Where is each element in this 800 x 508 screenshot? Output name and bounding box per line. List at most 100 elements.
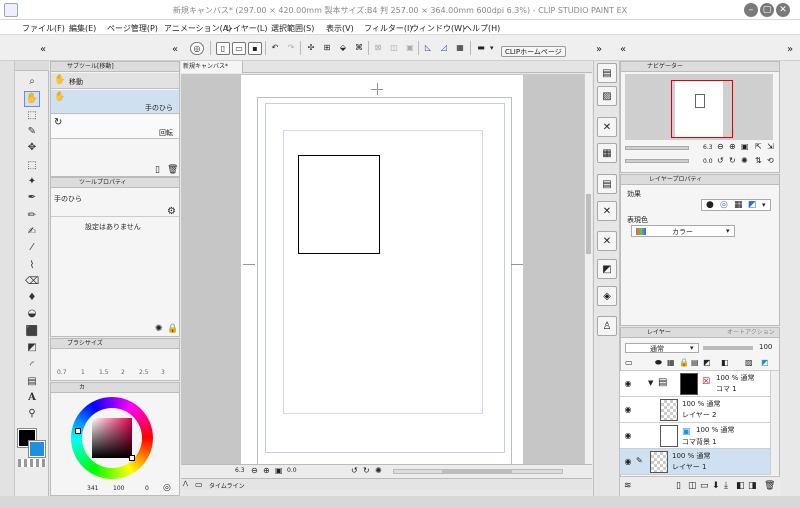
redo-icon[interactable]: ↷ [284,42,298,55]
eye-icon[interactable]: ◉ [623,405,633,415]
reference-icon[interactable]: ▤ [691,358,699,367]
draft-icon[interactable]: ◩ [703,358,711,367]
menu-window[interactable]: ウィンドウ(W) [411,23,465,34]
menu-layer[interactable]: レイヤー(L) [225,23,267,34]
eye-icon[interactable]: ◉ [623,457,633,467]
decoration-tool-icon[interactable]: ⌇ [25,259,39,273]
balloon-tool-icon[interactable]: ⚲ [25,407,39,421]
fill-icon[interactable]: ⬙ [336,42,350,55]
zoom-slider[interactable] [625,146,689,150]
brush-size-preset[interactable]: 2 [121,369,125,376]
material-texture-icon[interactable]: ▦ [597,143,617,163]
maximize-button[interactable]: ▢ [760,3,774,17]
clip-home-button[interactable]: CLIPホームページ [501,46,566,57]
clip-icon[interactable]: ⬬ [655,358,662,368]
sub-color-swatch[interactable] [28,440,46,458]
snap-ruler-icon[interactable]: ◿ [437,42,451,55]
menu-help[interactable]: ヘルプ(H) [464,23,500,34]
scroll-thumb[interactable] [442,470,512,473]
fill-tool-icon[interactable]: ⬛ [25,325,39,339]
subtool-item-rotate[interactable]: ↻ 回転 [51,115,179,139]
layer-mask-icon[interactable]: ◧ [736,481,745,491]
brush-size-preset[interactable]: 0.7 [57,369,67,376]
material-icon[interactable]: ▤ [597,63,617,83]
open-file-icon[interactable]: ▭ [232,42,246,55]
color-wheel-tab[interactable]: カ [79,383,85,393]
tone-effect-icon[interactable]: ▦ [734,200,743,210]
invert-selection-icon[interactable]: ◫ [387,42,401,55]
reset-rotation-icon[interactable]: ✺ [375,466,382,475]
brush-size-preset[interactable]: 1 [81,369,85,376]
reset-view-icon[interactable]: ⟲ [767,156,774,165]
collapse-right-icon[interactable]: » [787,44,793,55]
effect-buttons[interactable]: ● ◎ ▦ ◩ ▾ [701,199,771,211]
hue-marker[interactable] [75,428,81,434]
layer-row[interactable]: ◉ ▣ 100 % 通常 コマ背景 1 [620,423,770,449]
collapse-icon[interactable]: ⋀ [183,480,188,487]
blur-tool-icon[interactable]: ◒ [25,307,39,321]
blend-mode-select[interactable]: 通常 ▾ [625,343,699,353]
layer-menu-icon[interactable]: ≋ [624,481,632,491]
apply-mask-icon[interactable]: ◨ [748,481,757,491]
angle-value[interactable]: 0.0 [287,467,297,474]
brush-size-tab[interactable]: ブラシサイズ [67,339,103,349]
lock-icon[interactable]: 🔒 [679,358,689,367]
comic-frame[interactable] [298,155,380,254]
subtool-item-hand[interactable]: ✋ 手のひら [51,90,179,114]
tool-property-tab[interactable]: ツールプロパティ [79,178,127,188]
clear-icon[interactable]: ✣ [304,42,318,55]
zoom-tool-icon[interactable]: ⌕ [25,75,39,89]
zoom-in-icon[interactable]: ⊕ [263,466,270,475]
canvas-paper[interactable] [241,75,523,467]
expand-folder-icon[interactable]: ▼ [648,379,653,387]
brush-tool-icon[interactable]: ✍ [25,225,39,239]
pen-tool-icon[interactable]: ✒ [25,191,39,205]
layer-row[interactable]: ◉ ▼ ▤ ☒ 100 % 通常 コマ 1 [620,371,770,397]
text-tool-icon[interactable]: A [25,391,39,405]
collapse-left-icon[interactable]: « [620,44,626,55]
operation-tool-icon[interactable]: ⬚ [25,109,39,123]
layer-color-icon[interactable]: ◩ [748,200,757,210]
color-mode-icon[interactable]: ◎ [163,483,171,493]
figure-tool-icon[interactable]: ◜ [25,359,39,373]
menu-filter[interactable]: フィルター(I) [364,23,412,34]
collapse-left-icon[interactable]: « [40,44,46,55]
layer-color-swatch-icon[interactable]: ◩ [761,358,769,367]
layer-property-tab[interactable]: レイヤープロパティ [649,175,702,185]
move-layer-tool-icon[interactable]: ✥ [25,141,39,155]
frame-tool-icon[interactable]: ▤ [25,375,39,389]
auto-select-tool-icon[interactable]: ✦ [25,175,39,189]
fit-icon[interactable]: ▣ [741,142,749,151]
flip-horizontal-icon[interactable]: ⇲ [767,142,774,151]
auto-action-tab[interactable]: オートアクション [727,328,775,338]
brush-size-preset[interactable]: 3 [161,369,165,376]
close-button[interactable]: ✕ [776,3,790,17]
mask-icon[interactable]: ◧ [721,358,729,367]
layer-row-selected[interactable]: ◉ ✎ 100 % 通常 レイヤー 1 [620,449,770,475]
dropdown-chevron-icon[interactable]: ▾ [762,201,766,209]
eyedropper-tool-icon[interactable]: ✎ [25,125,39,139]
minimize-button[interactable]: – [744,3,758,17]
zoom-in-icon[interactable]: ⊕ [729,142,736,151]
expression-color-select[interactable]: カラー ▾ [631,225,735,237]
canvas-viewport[interactable] [181,74,584,467]
undo-icon[interactable]: ↶ [268,42,282,55]
zoom-out-icon[interactable]: ⊖ [717,142,724,151]
airbrush-tool-icon[interactable]: ⁄ [25,241,39,255]
material-3d-icon[interactable]: ◈ [597,286,617,306]
navigator-view-rect[interactable] [671,80,733,138]
pencil-tool-icon[interactable]: ✏ [25,209,39,223]
trash-icon[interactable]: 🗑 [764,481,775,491]
opacity-slider[interactable] [703,346,753,350]
menu-animation[interactable]: アニメーション(A) [164,23,231,34]
layer-scrollbar[interactable] [770,371,779,475]
blend-tool-icon[interactable]: ♦ [25,291,39,305]
rotate-left-icon[interactable]: ↺ [717,156,724,165]
rotation-slider[interactable] [625,159,689,163]
flip-icon[interactable]: ⇱ [755,142,762,151]
vertical-scrollbar[interactable] [584,74,592,464]
new-file-icon[interactable]: ▯ [216,42,230,55]
dropdown-chevron-icon[interactable]: ▾ [490,44,494,52]
layer-row[interactable]: ◉ 100 % 通常 レイヤー 2 [620,397,770,423]
rotate-left-icon[interactable]: ↺ [351,466,358,475]
